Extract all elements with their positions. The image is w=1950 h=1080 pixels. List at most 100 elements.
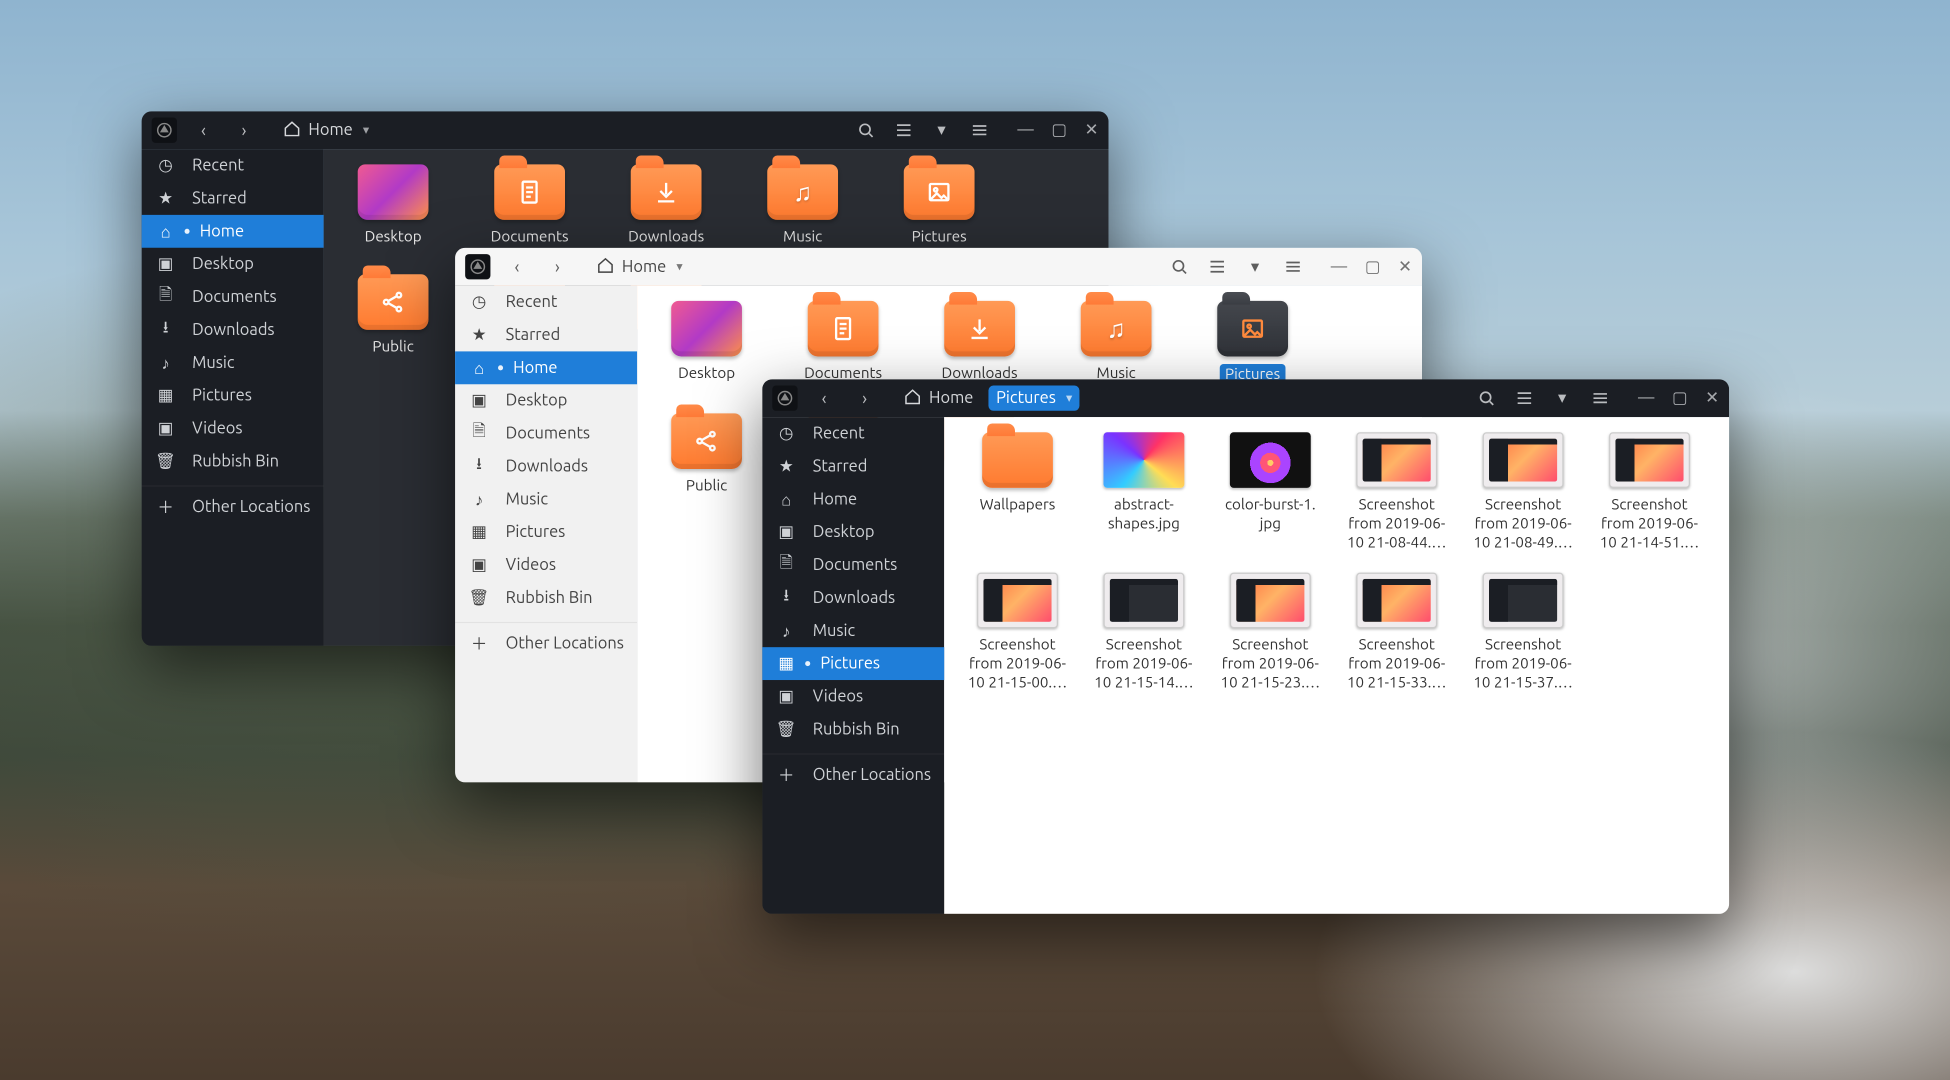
crumb-pictures[interactable]: Pictures ▾: [989, 386, 1080, 411]
sidebar-item-music[interactable]: ♪Music: [762, 614, 944, 647]
search-icon[interactable]: [853, 118, 878, 143]
sidebar-item-starred[interactable]: ★Starred: [142, 182, 324, 215]
minimize-button[interactable]: —: [1638, 389, 1654, 408]
breadcrumb[interactable]: Home ▾: [584, 252, 695, 281]
chevron-down-icon: ▾: [676, 259, 682, 274]
forward-button[interactable]: ›: [544, 253, 572, 281]
file-screenshot[interactable]: Screenshot from 2019-06-10 21-15-23.…: [1220, 573, 1321, 693]
minimize-button[interactable]: —: [1017, 121, 1033, 140]
maximize-button[interactable]: ▢: [1051, 121, 1067, 140]
file-color-burst[interactable]: color-burst-1. jpg: [1220, 432, 1321, 552]
sidebar: ◷Recent ★Starred ⌂Home ▣Desktop 🗎Documen…: [762, 417, 944, 914]
app-icon: [465, 254, 490, 279]
file-screenshot[interactable]: Screenshot from 2019-06-10 21-08-44.…: [1346, 432, 1447, 552]
back-button[interactable]: ‹: [810, 384, 838, 412]
view-list-icon[interactable]: [1512, 386, 1537, 411]
menu-icon[interactable]: [1280, 254, 1305, 279]
sidebar-item-videos[interactable]: ▣Videos: [762, 680, 944, 713]
titlebar[interactable]: ‹ › Home ▾ ▾ — ▢ ✕: [142, 111, 1109, 149]
search-icon[interactable]: [1166, 254, 1191, 279]
file-screenshot[interactable]: Screenshot from 2019-06-10 21-15-00.…: [967, 573, 1068, 693]
minimize-button[interactable]: —: [1331, 257, 1347, 276]
sidebar-item-home[interactable]: ⌂Home: [455, 351, 637, 384]
folder-desktop[interactable]: Desktop: [660, 301, 754, 386]
close-button[interactable]: ✕: [1398, 257, 1412, 276]
titlebar[interactable]: ‹ › Home Pictures ▾ ▾ — ▢ ✕: [762, 379, 1729, 417]
view-menu-chevron-icon[interactable]: ▾: [929, 118, 954, 143]
sidebar-item-downloads[interactable]: ⭳Downloads: [455, 450, 637, 483]
breadcrumb[interactable]: Home ▾: [270, 116, 381, 145]
back-button[interactable]: ‹: [190, 116, 218, 144]
file-abstract-shapes[interactable]: abstract-shapes.jpg: [1093, 432, 1194, 552]
sidebar-item-videos[interactable]: ▣Videos: [142, 412, 324, 445]
sidebar-item-music[interactable]: ♪Music: [142, 346, 324, 379]
menu-icon[interactable]: [967, 118, 992, 143]
file-screenshot[interactable]: Screenshot from 2019-06-10 21-15-33.…: [1346, 573, 1447, 693]
sidebar-item-rubbish[interactable]: 🗑Rubbish Bin: [455, 581, 637, 614]
sidebar-item-home[interactable]: ⌂Home: [762, 483, 944, 516]
folder-content[interactable]: Wallpapers abstract-shapes.jpg color-bur…: [944, 417, 1729, 914]
menu-icon[interactable]: [1587, 386, 1612, 411]
folder-downloads[interactable]: Downloads: [933, 301, 1027, 386]
folder-public[interactable]: Public: [346, 274, 440, 356]
forward-button[interactable]: ›: [230, 116, 258, 144]
sidebar-item-music[interactable]: ♪Music: [455, 483, 637, 516]
sidebar-item-pictures[interactable]: ▦Pictures: [142, 379, 324, 412]
folder-pictures[interactable]: Pictures: [892, 164, 986, 246]
sidebar-item-documents[interactable]: 🗎Documents: [455, 417, 637, 450]
crumb-home[interactable]: Home: [896, 384, 981, 413]
file-screenshot[interactable]: Screenshot from 2019-06-10 21-08-49.…: [1473, 432, 1574, 552]
sidebar-item-starred[interactable]: ★Starred: [762, 450, 944, 483]
folder-documents[interactable]: Documents: [796, 301, 890, 386]
folder-public[interactable]: Public: [660, 413, 754, 495]
maximize-button[interactable]: ▢: [1365, 257, 1381, 276]
file-screenshot[interactable]: Screenshot from 2019-06-10 21-14-51.…: [1599, 432, 1700, 552]
sidebar-item-rubbish[interactable]: 🗑Rubbish Bin: [762, 713, 944, 746]
folder-music[interactable]: ♫Music: [1069, 301, 1163, 386]
maximize-button[interactable]: ▢: [1672, 389, 1688, 408]
forward-button[interactable]: ›: [851, 384, 879, 412]
view-menu-chevron-icon[interactable]: ▾: [1242, 254, 1267, 279]
breadcrumb[interactable]: Home Pictures ▾: [891, 384, 1085, 413]
sidebar-item-desktop[interactable]: ▣Desktop: [142, 248, 324, 281]
sidebar-item-home[interactable]: ⌂Home: [142, 215, 324, 248]
close-button[interactable]: ✕: [1085, 121, 1099, 140]
sidebar-item-desktop[interactable]: ▣Desktop: [455, 384, 637, 417]
sidebar-item-downloads[interactable]: ⭳Downloads: [142, 313, 324, 346]
sidebar-item-other-locations[interactable]: ＋Other Locations: [455, 622, 637, 655]
home-icon: [904, 387, 922, 408]
star-icon: ★: [154, 189, 177, 208]
folder-music[interactable]: ♫Music: [756, 164, 850, 246]
folder-desktop[interactable]: Desktop: [346, 164, 440, 246]
sidebar-item-pictures[interactable]: ▦Pictures: [762, 647, 944, 680]
sidebar-item-recent[interactable]: ◷Recent: [762, 417, 944, 450]
folder-pictures[interactable]: Pictures: [1206, 301, 1300, 386]
file-screenshot[interactable]: Screenshot from 2019-06-10 21-15-14.…: [1093, 573, 1194, 693]
titlebar[interactable]: ‹ › Home ▾ ▾ — ▢ ✕: [455, 248, 1422, 286]
sidebar-item-rubbish[interactable]: 🗑Rubbish Bin: [142, 445, 324, 478]
folder-documents[interactable]: Documents: [483, 164, 577, 246]
folder-downloads[interactable]: Downloads: [619, 164, 713, 246]
close-button[interactable]: ✕: [1705, 389, 1719, 408]
view-menu-chevron-icon[interactable]: ▾: [1549, 386, 1574, 411]
sidebar-item-recent[interactable]: ◷Recent: [142, 149, 324, 182]
back-button[interactable]: ‹: [503, 253, 531, 281]
sidebar-item-downloads[interactable]: ⭳Downloads: [762, 581, 944, 614]
view-list-icon[interactable]: [891, 118, 916, 143]
sidebar-item-starred[interactable]: ★Starred: [455, 319, 637, 352]
sidebar-item-other-locations[interactable]: ＋Other Locations: [762, 753, 944, 786]
file-screenshot[interactable]: Screenshot from 2019-06-10 21-15-37.…: [1473, 573, 1574, 693]
crumb-home[interactable]: Home: [308, 121, 352, 139]
view-list-icon[interactable]: [1204, 254, 1229, 279]
sidebar-item-documents[interactable]: 🗎Documents: [142, 281, 324, 314]
sidebar-item-documents[interactable]: 🗎Documents: [762, 549, 944, 582]
sidebar-item-desktop[interactable]: ▣Desktop: [762, 516, 944, 549]
search-icon[interactable]: [1474, 386, 1499, 411]
folder-wallpapers[interactable]: Wallpapers: [967, 432, 1068, 552]
sidebar-item-other-locations[interactable]: ＋Other Locations: [142, 485, 324, 518]
crumb-home[interactable]: Home: [622, 258, 666, 276]
sidebar-item-videos[interactable]: ▣Videos: [455, 549, 637, 582]
sidebar-item-recent[interactable]: ◷Recent: [455, 286, 637, 319]
sidebar-item-pictures[interactable]: ▦Pictures: [455, 516, 637, 549]
chevron-down-icon: ▾: [363, 123, 369, 138]
